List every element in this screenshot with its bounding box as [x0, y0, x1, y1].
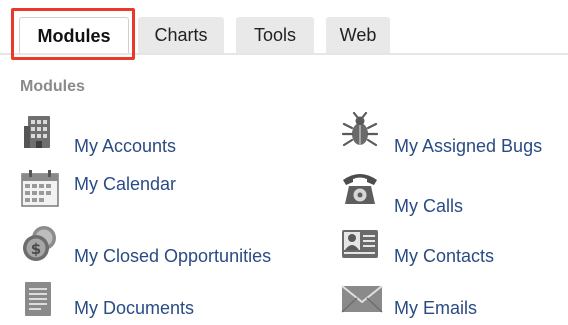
- building-icon: [20, 112, 60, 152]
- telephone-icon: [340, 168, 380, 208]
- calendar-icon: [20, 168, 60, 208]
- coins-icon: $: [20, 224, 60, 264]
- tab-bar: Modules Charts Tools Web: [0, 0, 568, 60]
- module-item-my-accounts[interactable]: My Accounts: [20, 112, 320, 156]
- dashlet-panel: Modules Charts Tools Web Modules My Acco…: [0, 0, 568, 325]
- module-item-my-documents[interactable]: My Documents: [20, 280, 320, 324]
- module-label[interactable]: My Calendar: [74, 174, 176, 195]
- module-item-my-closed-opportunities[interactable]: $ My Closed Opportunities: [20, 224, 320, 268]
- contact-card-icon: [340, 224, 380, 264]
- module-label[interactable]: My Contacts: [394, 246, 494, 267]
- module-label[interactable]: My Documents: [74, 298, 194, 319]
- module-item-my-calendar[interactable]: My Calendar: [20, 168, 320, 212]
- module-item-my-contacts[interactable]: My Contacts: [340, 224, 566, 268]
- module-item-my-emails[interactable]: My Emails: [340, 280, 566, 324]
- module-label[interactable]: My Calls: [394, 196, 463, 217]
- module-label[interactable]: My Assigned Bugs: [394, 136, 542, 157]
- bug-icon: [340, 111, 380, 152]
- module-item-my-calls[interactable]: My Calls: [340, 168, 566, 216]
- tab-modules-highlight: [11, 8, 135, 60]
- module-label[interactable]: My Accounts: [74, 136, 176, 157]
- svg-text:$: $: [31, 240, 41, 258]
- module-item-my-assigned-bugs[interactable]: My Assigned Bugs: [340, 111, 566, 157]
- module-label[interactable]: My Emails: [394, 298, 477, 319]
- tab-tools[interactable]: Tools: [236, 17, 314, 53]
- module-label[interactable]: My Closed Opportunities: [74, 246, 271, 267]
- document-icon: [20, 280, 60, 320]
- tab-charts[interactable]: Charts: [138, 17, 224, 53]
- section-title: Modules: [20, 78, 85, 95]
- tab-web[interactable]: Web: [326, 17, 390, 53]
- envelope-icon: [340, 280, 383, 320]
